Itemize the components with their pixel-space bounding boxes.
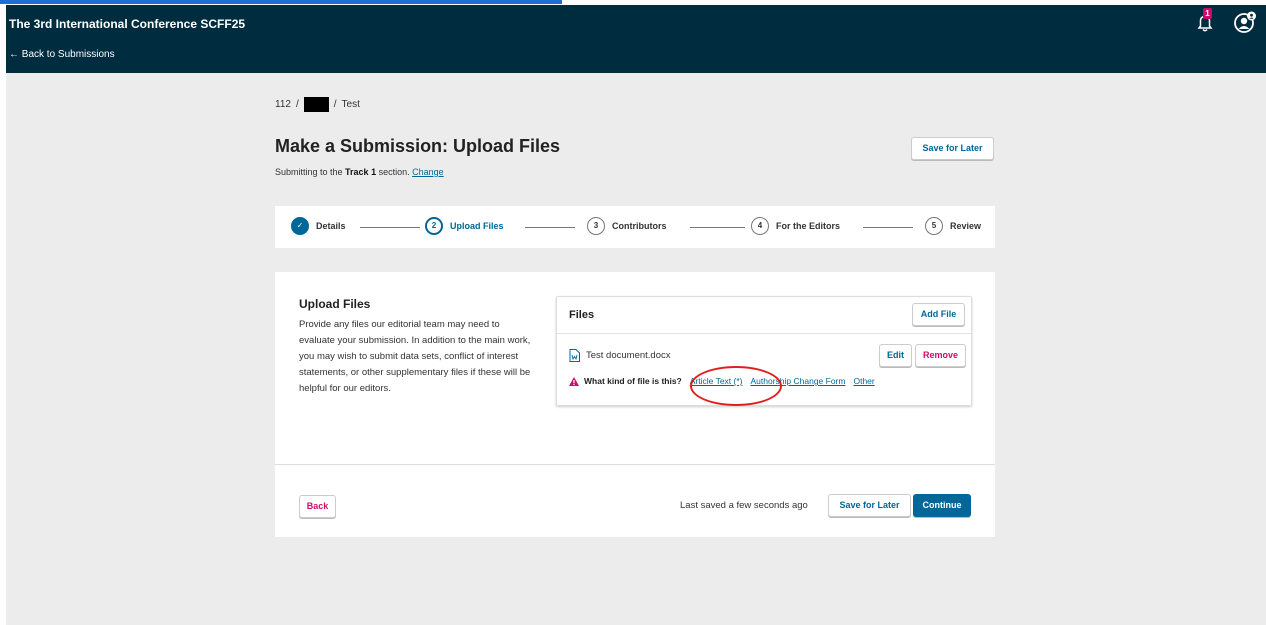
step-details[interactable]: ✓ Details [291,217,346,235]
add-file-button[interactable]: Add File [912,303,965,326]
breadcrumb-separator: / [333,99,337,110]
notification-count-badge: 1 [1203,8,1212,19]
file-type-question: What kind of file is this? [584,376,682,386]
redacted-block [303,97,329,112]
files-list: Files Add File Test document.docx Edit R… [556,296,972,406]
step-connector [690,227,745,228]
step-connector [863,227,913,228]
upload-panel: Upload Files Provide any files our edito… [275,272,995,537]
document-icon [569,349,580,362]
app-title: The 3rd International Conference SCFF25 [9,17,246,31]
file-type-article-text-link[interactable]: Article Text (*) [690,376,743,386]
breadcrumb-title: Test [341,99,360,110]
step-label: Details [316,221,346,231]
step-number: 5 [925,217,943,235]
upload-description: Provide any files our editorial team may… [299,319,531,394]
step-review[interactable]: 5 Review [925,217,981,235]
change-section-link[interactable]: Change [412,167,444,177]
last-saved-status: Last saved a few seconds ago [680,500,808,511]
url-strip [0,0,562,4]
section-subtitle: Submitting to the Track 1 section. Chang… [275,167,444,177]
subtitle-text: Submitting to the [275,167,346,177]
step-label: Contributors [612,221,667,231]
section-name: Track 1 [345,167,377,177]
step-connector [525,227,575,228]
breadcrumb-separator: / [295,99,299,110]
save-for-later-bottom-button[interactable]: Save for Later [828,494,911,517]
files-title: Files [569,309,595,321]
step-connector [360,227,420,228]
step-label: For the Editors [776,221,841,231]
file-type-authorship-change-form-link[interactable]: Authorship Change Form [751,376,846,386]
step-contributors[interactable]: 3 Contributors [587,217,667,235]
back-button[interactable]: Back [299,495,336,518]
save-for-later-button[interactable]: Save for Later [911,137,994,160]
file-name: Test document.docx [586,350,671,361]
step-label: Upload Files [450,221,504,231]
breadcrumb: 112 / / Test [275,97,360,112]
remove-file-button[interactable]: Remove [915,344,966,367]
step-number: 4 [751,217,769,235]
breadcrumb-submission-id: 112 [275,99,291,110]
files-header: Files Add File [557,297,971,334]
user-account-icon[interactable] [1233,11,1257,33]
step-label: Review [950,221,982,231]
file-type-prompt: What kind of file is this? Article Text … [569,376,875,386]
check-icon: ✓ [291,217,309,235]
warning-icon [569,376,579,386]
page-title: Make a Submission: Upload Files [275,136,561,156]
step-number: 2 [425,217,443,235]
file-type-other-link[interactable]: Other [853,376,874,386]
subtitle-text: section. [376,167,413,177]
continue-button[interactable]: Continue [913,494,971,517]
divider [275,464,995,465]
edit-file-button[interactable]: Edit [879,344,912,367]
step-for-the-editors[interactable]: 4 For the Editors [751,217,840,235]
upload-heading: Upload Files [299,297,371,311]
app-frame: The 3rd International Conference SCFF25 … [6,5,1266,625]
top-header: The 3rd International Conference SCFF25 … [6,5,1266,73]
submission-steps: ✓ Details 2 Upload Files 3 Contributors … [275,206,995,248]
step-number: 3 [587,217,605,235]
step-upload-files[interactable]: 2 Upload Files [425,217,504,235]
back-to-submissions-link[interactable]: ← Back to Submissions [9,49,115,60]
